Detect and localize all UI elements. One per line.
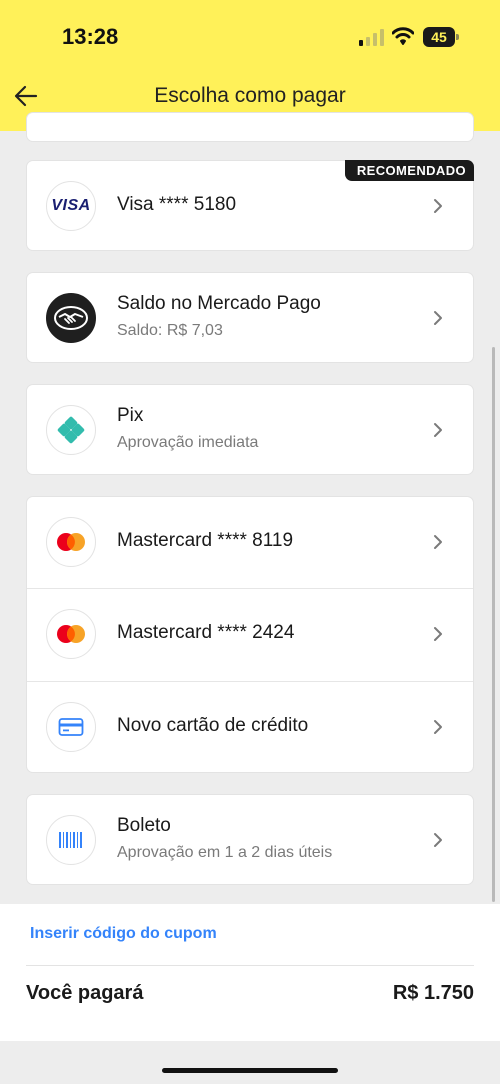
cellular-signal-icon <box>359 29 384 46</box>
barcode-icon <box>46 815 96 865</box>
payment-option-title: Boleto <box>117 815 171 836</box>
chevron-right-icon <box>434 833 442 847</box>
status-bar: 13:28 45 <box>0 0 500 70</box>
payment-option-title: Visa **** 5180 <box>117 194 237 215</box>
chevron-right-icon <box>434 199 442 213</box>
scrollbar[interactable] <box>492 347 495 902</box>
payment-option-title: Saldo no Mercado Pago <box>117 293 321 314</box>
payment-option-title: Mastercard **** 8119 <box>117 530 294 551</box>
cards-group: Mastercard **** 8119 Mastercard **** 242… <box>26 496 474 773</box>
coupon-link[interactable]: Inserir código do cupom <box>30 925 217 943</box>
payment-option-subtitle: Aprovação imediata <box>117 434 259 451</box>
pix-logo-icon <box>46 405 96 455</box>
payment-option-mastercard-8119[interactable]: Mastercard **** 8119 <box>27 497 473 587</box>
chevron-right-icon <box>434 423 442 437</box>
visa-logo-icon: VISA <box>46 181 96 231</box>
payment-option-visa[interactable]: VISA Visa **** 5180 RECOMENDADO <box>26 160 474 251</box>
previous-card-edge <box>26 112 474 142</box>
payment-option-subtitle: Aprovação em 1 a 2 dias úteis <box>117 844 333 861</box>
credit-card-icon <box>46 702 96 752</box>
visa-logo-text: VISA <box>51 197 91 214</box>
total-label: Você pagará <box>26 982 144 1004</box>
payment-option-mercado-pago-balance[interactable]: Saldo no Mercado Pago Saldo: R$ 7,03 <box>26 272 474 363</box>
battery-icon: 45 <box>423 27 459 47</box>
chevron-right-icon <box>434 535 442 549</box>
mastercard-logo-icon <box>46 609 96 659</box>
mercado-pago-handshake-icon <box>46 293 96 343</box>
page-title: Escolha como pagar <box>154 84 346 107</box>
total-amount: R$ 1.750 <box>392 982 474 1004</box>
chevron-right-icon <box>434 627 442 641</box>
chevron-right-icon <box>434 311 442 325</box>
mastercard-logo-icon <box>46 517 96 567</box>
payment-option-title: Novo cartão de crédito <box>117 715 309 736</box>
home-indicator[interactable] <box>162 1068 338 1073</box>
recommended-badge: RECOMENDADO <box>344 160 474 181</box>
payment-option-pix[interactable]: Pix Aprovação imediata <box>26 384 474 475</box>
payment-option-mastercard-2424[interactable]: Mastercard **** 2424 <box>27 589 473 679</box>
payment-option-title: Mastercard **** 2424 <box>117 622 295 643</box>
chevron-right-icon <box>434 720 442 734</box>
payment-summary: Inserir código do cupom Você pagará R$ 1… <box>0 904 500 1041</box>
battery-level: 45 <box>431 29 447 45</box>
divider <box>26 965 474 966</box>
payment-option-boleto[interactable]: Boleto Aprovação em 1 a 2 dias úteis <box>26 794 474 885</box>
status-time: 13:28 <box>62 24 119 49</box>
payment-option-title: Pix <box>117 405 144 426</box>
payment-option-subtitle: Saldo: R$ 7,03 <box>117 322 223 339</box>
payment-option-new-credit-card[interactable]: Novo cartão de crédito <box>27 682 473 772</box>
wifi-icon <box>392 27 414 45</box>
